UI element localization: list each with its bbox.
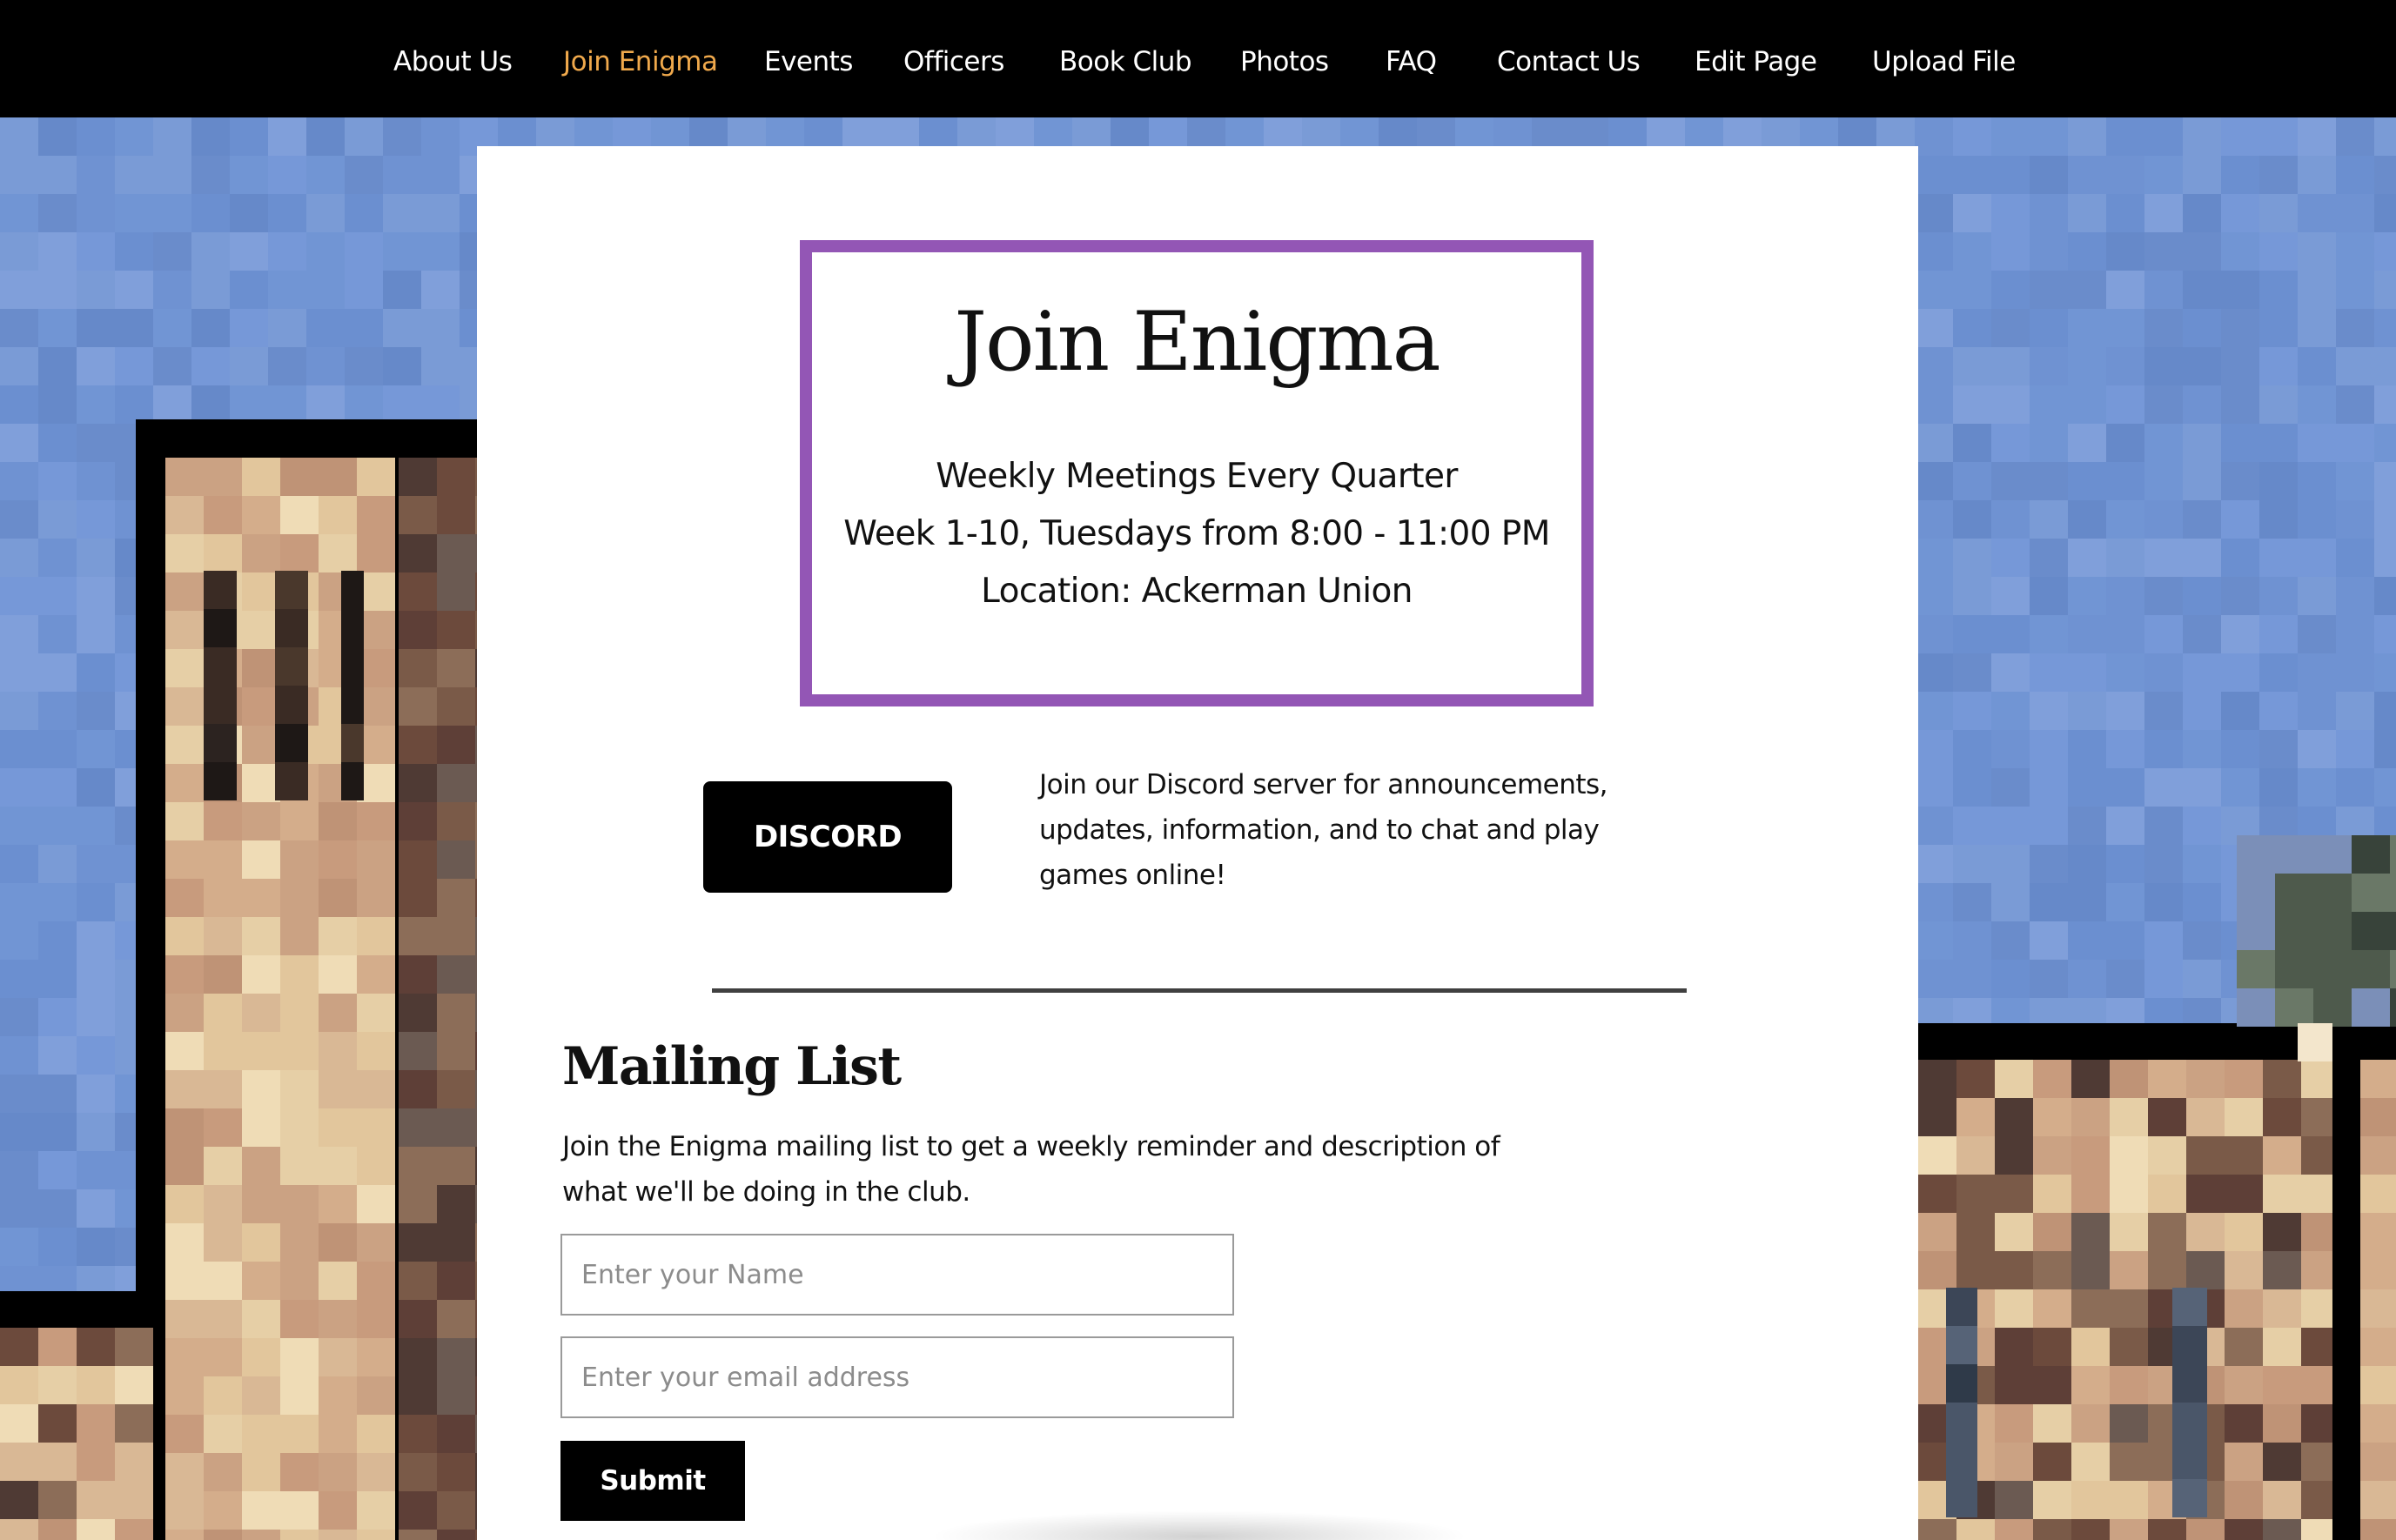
bottom-shadow <box>930 1510 1469 1540</box>
discord-button[interactable]: DISCORD <box>703 781 952 893</box>
meeting-location-text: Location: Ackerman Union <box>981 572 1413 611</box>
nav-officers[interactable]: Officers <box>903 0 1004 117</box>
nav-book-club[interactable]: Book Club <box>1059 0 1192 117</box>
nav-join-enigma[interactable]: Join Enigma <box>563 0 718 117</box>
nav-contact-us[interactable]: Contact Us <box>1497 0 1641 117</box>
nav-events[interactable]: Events <box>764 0 853 117</box>
top-nav: About Us Join Enigma Events Officers Boo… <box>0 0 2396 117</box>
content-panel: Join Enigma Weekly Meetings Every Quarte… <box>477 146 1918 1540</box>
section-divider <box>712 988 1687 993</box>
meeting-time-text: Week 1-10, Tuesdays from 8:00 - 11:00 PM <box>843 514 1550 553</box>
nav-photos[interactable]: Photos <box>1240 0 1329 117</box>
mailing-list-title: Mailing List <box>562 1036 902 1097</box>
meeting-frequency-text: Weekly Meetings Every Quarter <box>936 457 1458 496</box>
join-info-box: Join Enigma Weekly Meetings Every Quarte… <box>800 240 1594 706</box>
email-input[interactable] <box>560 1336 1234 1418</box>
join-title: Join Enigma <box>954 295 1440 390</box>
discord-description: Join our Discord server for announcement… <box>1039 769 1608 891</box>
name-input[interactable] <box>560 1234 1234 1316</box>
submit-button[interactable]: Submit <box>560 1441 745 1521</box>
nav-upload-file[interactable]: Upload File <box>1872 0 2016 117</box>
nav-faq[interactable]: FAQ <box>1386 0 1437 117</box>
nav-about-us[interactable]: About Us <box>393 0 513 117</box>
mailing-list-description: Join the Enigma mailing list to get a we… <box>562 1131 1500 1208</box>
nav-edit-page[interactable]: Edit Page <box>1695 0 1817 117</box>
